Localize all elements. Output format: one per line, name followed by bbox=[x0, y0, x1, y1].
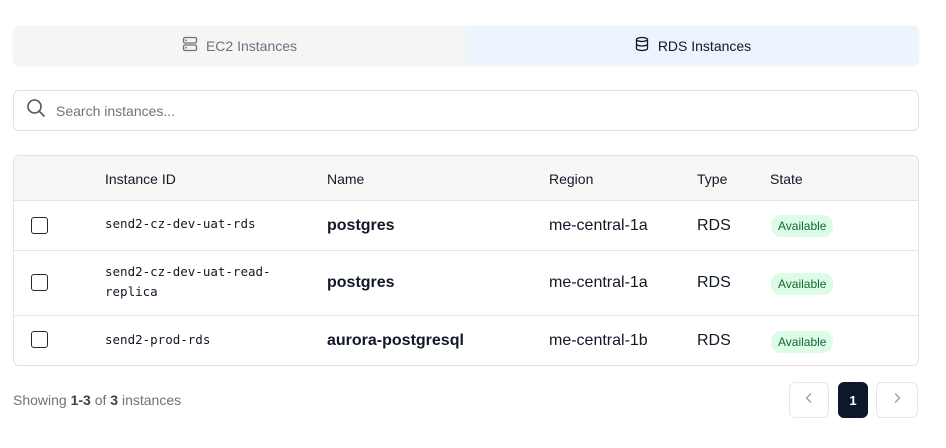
previous-page-button[interactable] bbox=[789, 382, 829, 418]
instance-name: postgres bbox=[327, 274, 395, 291]
tab-rds-instances[interactable]: RDS Instances bbox=[466, 26, 919, 65]
chevron-right-icon bbox=[890, 391, 904, 410]
column-header-type[interactable]: Type bbox=[697, 171, 727, 187]
instance-id-line: replica bbox=[105, 284, 158, 299]
tab-rds-label: RDS Instances bbox=[657, 37, 752, 54]
results-summary: Showing 1-3 of 3 instances bbox=[13, 392, 181, 408]
summary-of: of bbox=[94, 392, 107, 408]
instances-table: Instance ID Name Region Type State send2… bbox=[13, 155, 919, 366]
database-icon bbox=[634, 36, 650, 55]
status-badge: Available bbox=[771, 215, 834, 237]
next-page-button[interactable] bbox=[876, 382, 918, 418]
table-row[interactable]: send2-cz-dev-uat-read- replica postgres … bbox=[14, 251, 918, 316]
table-row[interactable]: send2-prod-rds aurora-postgresql me-cent… bbox=[14, 316, 918, 365]
server-icon bbox=[182, 36, 198, 55]
chevron-left-icon bbox=[802, 391, 816, 410]
instance-id: send2-cz-dev-uat-rds bbox=[105, 216, 256, 231]
instance-id: send2-prod-rds bbox=[105, 332, 211, 347]
summary-range: 1-3 bbox=[70, 392, 91, 408]
instance-type: RDS bbox=[697, 217, 731, 234]
row-checkbox[interactable] bbox=[31, 217, 48, 234]
instance-id: send2-cz-dev-uat-read- replica bbox=[105, 262, 295, 302]
status-badge: Available bbox=[771, 273, 834, 295]
summary-total: 3 bbox=[110, 392, 119, 408]
summary-suffix: instances bbox=[121, 392, 182, 408]
instance-region: me-central-1a bbox=[549, 217, 648, 234]
column-header-instance-id[interactable]: Instance ID bbox=[105, 171, 176, 187]
table-row[interactable]: send2-cz-dev-uat-rds postgres me-central… bbox=[14, 201, 918, 251]
row-checkbox[interactable] bbox=[31, 274, 48, 291]
page-button-current[interactable]: 1 bbox=[838, 382, 868, 418]
search-bar bbox=[13, 90, 919, 131]
instance-region: me-central-1a bbox=[549, 274, 648, 291]
instance-id-line: send2-cz-dev-uat-read- bbox=[105, 264, 271, 279]
status-badge: Available bbox=[771, 331, 834, 353]
tab-ec2-label: EC2 Instances bbox=[205, 37, 298, 54]
instance-name: aurora-postgresql bbox=[327, 332, 464, 349]
instance-region: me-central-1b bbox=[549, 332, 648, 349]
instance-type: RDS bbox=[697, 332, 731, 349]
instance-name: postgres bbox=[327, 217, 395, 234]
column-header-state[interactable]: State bbox=[770, 171, 803, 187]
search-icon bbox=[26, 98, 46, 123]
search-input[interactable] bbox=[56, 102, 896, 119]
summary-prefix: Showing bbox=[13, 392, 67, 408]
tab-ec2-instances[interactable]: EC2 Instances bbox=[13, 26, 466, 65]
column-header-name[interactable]: Name bbox=[327, 171, 364, 187]
column-header-region[interactable]: Region bbox=[549, 171, 593, 187]
instance-type: RDS bbox=[697, 274, 731, 291]
table-header: Instance ID Name Region Type State bbox=[14, 156, 918, 201]
row-checkbox[interactable] bbox=[31, 331, 48, 348]
instance-type-tabs: EC2 Instances RDS Instances bbox=[13, 26, 919, 65]
